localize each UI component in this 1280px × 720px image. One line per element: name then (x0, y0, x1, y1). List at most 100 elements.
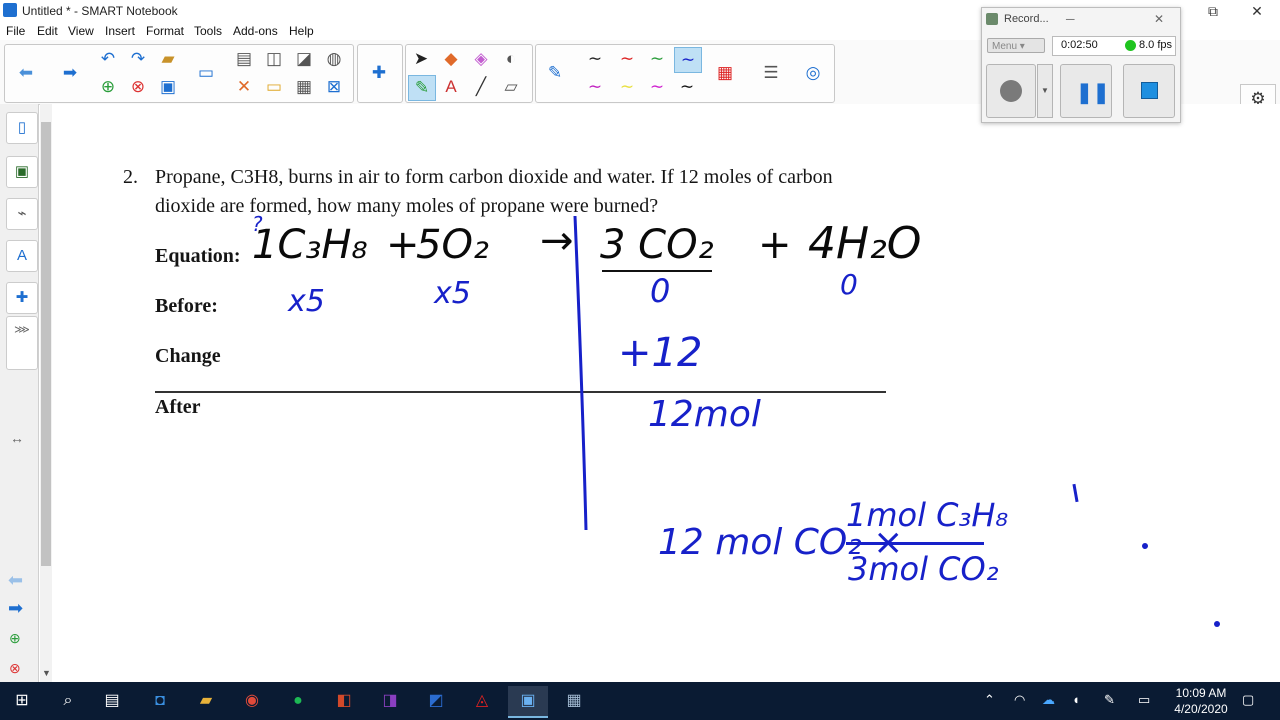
page-sorter-icon[interactable]: ▯ (6, 112, 38, 144)
search-icon[interactable]: ⌕ (48, 686, 88, 716)
eraser-icon[interactable]: ▱ (498, 75, 524, 99)
addons-tab-icon[interactable]: ✚ (6, 282, 38, 314)
record-button[interactable] (986, 64, 1036, 118)
acrobat-icon[interactable]: ◬ (462, 686, 502, 716)
record-options-dropdown[interactable]: ▼ (1037, 64, 1053, 118)
delete-page-icon[interactable]: ⊗ (125, 75, 151, 99)
screen-shade-icon[interactable]: ▭ (261, 75, 287, 99)
pen-blue-icon[interactable]: ∼ (674, 47, 702, 73)
windows-start-icon[interactable]: ⊞ (2, 686, 42, 716)
fill-icon[interactable]: ◐ (498, 47, 524, 71)
notifications-icon[interactable]: ▢ (1242, 692, 1254, 708)
scrollbar-thumb[interactable] (41, 122, 51, 566)
table-icon[interactable]: ▦ (291, 75, 317, 99)
pen-red-icon[interactable]: ∼ (614, 47, 640, 71)
smart-notebook-taskbar-icon[interactable]: ▣ (508, 686, 548, 718)
sidebar-add-page-icon[interactable]: ⊕ (9, 630, 21, 647)
sidebar-delete-page-icon[interactable]: ⊗ (9, 660, 21, 677)
clock-time[interactable]: 10:09 AM (1172, 686, 1230, 700)
line-icon[interactable]: ╱ (468, 75, 494, 99)
gallery-icon[interactable]: ▣ (6, 156, 38, 188)
pen-style-icon[interactable]: ✎ (542, 61, 568, 85)
effects-icon[interactable]: ◎ (800, 61, 826, 85)
ink-dot-2 (1214, 621, 1220, 627)
recorder-app-icon (986, 13, 998, 25)
color-palette-icon[interactable]: ▦ (712, 61, 738, 85)
onedrive-icon[interactable]: ☁ (1042, 692, 1055, 708)
recorder-status: 0:02:50 8.0 fps (1052, 36, 1176, 56)
recorder-taskbar-icon[interactable]: ▦ (554, 686, 594, 716)
save-icon[interactable]: ▣ (155, 75, 181, 99)
pens-icon[interactable]: ✎ (408, 75, 436, 101)
ink-plus-2: + (758, 222, 792, 268)
toolbar-group-addons: ✚ (357, 44, 403, 103)
file-explorer-icon[interactable]: ▰ (186, 686, 226, 716)
recorder-menu-label: Menu (992, 41, 1018, 52)
open-folder-icon[interactable]: ▰ (155, 47, 181, 71)
scroll-down-icon[interactable]: ▼ (42, 668, 51, 678)
recorder-close-button[interactable]: ✕ (1154, 12, 1164, 26)
undo-icon[interactable]: ↶ (95, 47, 121, 71)
menu-format[interactable]: Format (146, 24, 184, 38)
clock-date[interactable]: 4/20/2020 (1172, 702, 1230, 716)
keyboard-icon[interactable]: ▭ (1138, 692, 1150, 708)
toolbar-group-tools: ➤ ◆ ◈ ◐ ✎ A ╱ ▱ (405, 44, 533, 103)
show-hidden-icons[interactable]: ⌃ (984, 692, 995, 708)
notebook-canvas[interactable]: 2. Propane, C3H8, burns in air to form c… (52, 104, 1280, 684)
volume-icon[interactable]: ◖ (1072, 692, 1080, 707)
pen-black-icon[interactable]: ∼ (582, 47, 608, 71)
restore-button[interactable]: ⧉ (1190, 0, 1236, 22)
pen-pink-dashed-icon[interactable]: ∼ (644, 75, 670, 99)
sidebar-back-icon[interactable]: ⬅ (8, 570, 23, 591)
full-screen-icon[interactable]: ⊠ (321, 75, 347, 99)
redo-icon[interactable]: ↷ (125, 47, 151, 71)
highlighter-yellow-icon[interactable]: ∼ (614, 75, 640, 99)
pen-black-dashed-icon[interactable]: ∼ (674, 75, 700, 99)
shapes-icon[interactable]: ◆ (438, 47, 464, 71)
outlook-icon[interactable]: ◘ (140, 686, 180, 716)
menu-addons[interactable]: Add-ons (233, 24, 278, 38)
clear-icon[interactable]: ✕ (231, 75, 257, 99)
add-page-icon[interactable]: ⊕ (95, 75, 121, 99)
eraser-pen-icon[interactable]: ◈ (468, 47, 494, 71)
pen-green-icon[interactable]: ∼ (644, 47, 670, 71)
expand-sidebar-icon[interactable]: ⋙ (6, 316, 38, 370)
puzzle-icon[interactable]: ✚ (366, 61, 392, 85)
sidebar-forward-icon[interactable]: ➡ (8, 598, 23, 619)
line-style-icon[interactable]: ☰ (758, 61, 784, 85)
powerpoint-icon[interactable]: ◧ (324, 686, 364, 716)
display-screen-icon[interactable]: ▭ (193, 61, 219, 85)
menu-insert[interactable]: Insert (105, 24, 135, 38)
close-button[interactable]: ✕ (1234, 0, 1280, 22)
menu-file[interactable]: File (6, 24, 25, 38)
paste-icon[interactable]: ▤ (231, 47, 257, 71)
pen-tray-icon[interactable]: ✎ (1104, 692, 1115, 708)
document-camera-icon[interactable]: ◪ (291, 47, 317, 71)
text-icon[interactable]: A (438, 75, 464, 99)
select-arrow-icon[interactable]: ➤ (408, 47, 434, 71)
forward-arrow-icon[interactable]: ➡ (57, 61, 83, 85)
pen-magenta-icon[interactable]: ∼ (582, 75, 608, 99)
screen-capture-icon[interactable]: ◫ (261, 47, 287, 71)
recorder-menu-dropdown[interactable]: Menu ▾ (987, 38, 1045, 53)
word-icon[interactable]: ◩ (416, 686, 456, 716)
globe-icon[interactable]: ◍ (321, 47, 347, 71)
menu-edit[interactable]: Edit (37, 24, 58, 38)
stop-button[interactable] (1123, 64, 1175, 118)
recorder-minimize-button[interactable]: ─ (1066, 12, 1075, 26)
attachments-icon[interactable]: ⌁ (6, 198, 38, 230)
network-icon[interactable]: ◠ (1014, 692, 1025, 708)
onenote-icon[interactable]: ◨ (370, 686, 410, 716)
windows-taskbar: ⊞ ⌕ ▤ ◘ ▰ ◉ ● ◧ ◨ ◩ ◬ ▣ ▦ ⌃ ◠ ☁ ◖ ✎ ▭ 10… (0, 682, 1280, 720)
resize-handle-icon[interactable]: ↔ (10, 430, 24, 446)
spotify-icon[interactable]: ● (278, 686, 318, 716)
chrome-icon[interactable]: ◉ (232, 686, 272, 716)
menu-help[interactable]: Help (289, 24, 314, 38)
task-view-icon[interactable]: ▤ (92, 686, 132, 716)
menu-view[interactable]: View (68, 24, 94, 38)
vertical-scrollbar[interactable]: ▼ (40, 104, 52, 684)
properties-icon[interactable]: A (6, 240, 38, 272)
back-arrow-icon[interactable]: ⬅ (13, 61, 39, 85)
pause-button[interactable]: ❚❚ (1060, 64, 1112, 118)
menu-tools[interactable]: Tools (194, 24, 222, 38)
